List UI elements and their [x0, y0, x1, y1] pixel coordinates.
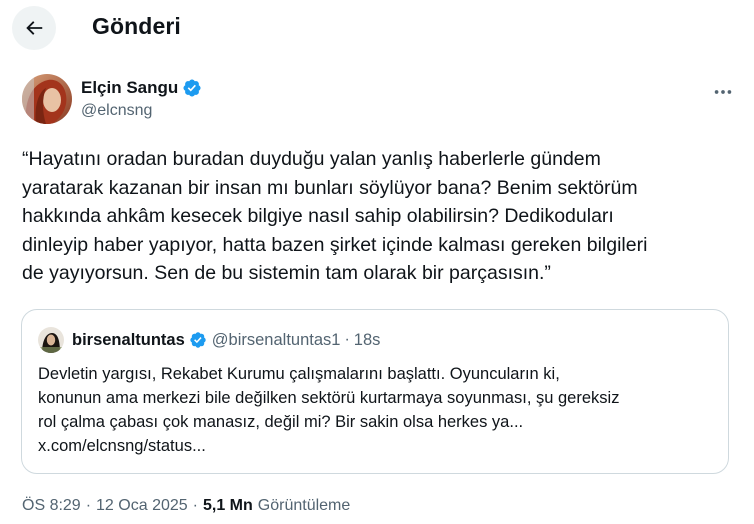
- tweet-time[interactable]: ÖS 8:29: [22, 497, 81, 515]
- tweet-date[interactable]: 12 Oca 2025: [96, 497, 188, 515]
- author-handle[interactable]: @elcnsng: [81, 102, 152, 120]
- tweet-author: Elçin Sangu @elcnsng: [22, 74, 742, 126]
- quoted-tweet-text: Devletin yargısı, Rekabet Kurumu çalışma…: [38, 365, 620, 455]
- quoted-author-handle: @birsenaltuntas1: [211, 330, 341, 349]
- quoted-author-name: birsenaltuntas: [72, 330, 185, 349]
- verified-badge-icon: [183, 79, 201, 97]
- page-header: Gönderi: [0, 0, 754, 56]
- tweet-meta: ÖS 8:29 · 12 Oca 2025 · 5,1 Mn Görüntüle…: [22, 497, 350, 515]
- author-name-row: Elçin Sangu: [81, 78, 202, 98]
- arrow-left-icon: [26, 21, 43, 35]
- more-horizontal-icon: [714, 90, 732, 94]
- author-name[interactable]: Elçin Sangu: [81, 78, 178, 98]
- quoted-timestamp: 18s: [353, 330, 381, 349]
- separator-dot: ·: [192, 497, 198, 514]
- avatar[interactable]: [22, 74, 72, 124]
- views-label: Görüntüleme: [257, 497, 351, 514]
- quoted-tweet-header: birsenaltuntas @birsenaltuntas1 · 18s: [38, 327, 380, 353]
- tweet-text: “Hayatını oradan buradan duyduğu yalan y…: [22, 148, 648, 285]
- quoted-tweet[interactable]: birsenaltuntas @birsenaltuntas1 · 18s De…: [21, 309, 729, 474]
- views-count: 5,1 Mn: [202, 497, 253, 514]
- quoted-avatar: [38, 327, 64, 353]
- separator-dot: ·: [344, 331, 350, 348]
- page-title: Gönderi: [92, 13, 181, 39]
- back-button[interactable]: [12, 6, 56, 50]
- verified-badge-icon: [190, 332, 206, 348]
- separator-dot: ·: [85, 497, 92, 514]
- more-button[interactable]: [706, 78, 740, 106]
